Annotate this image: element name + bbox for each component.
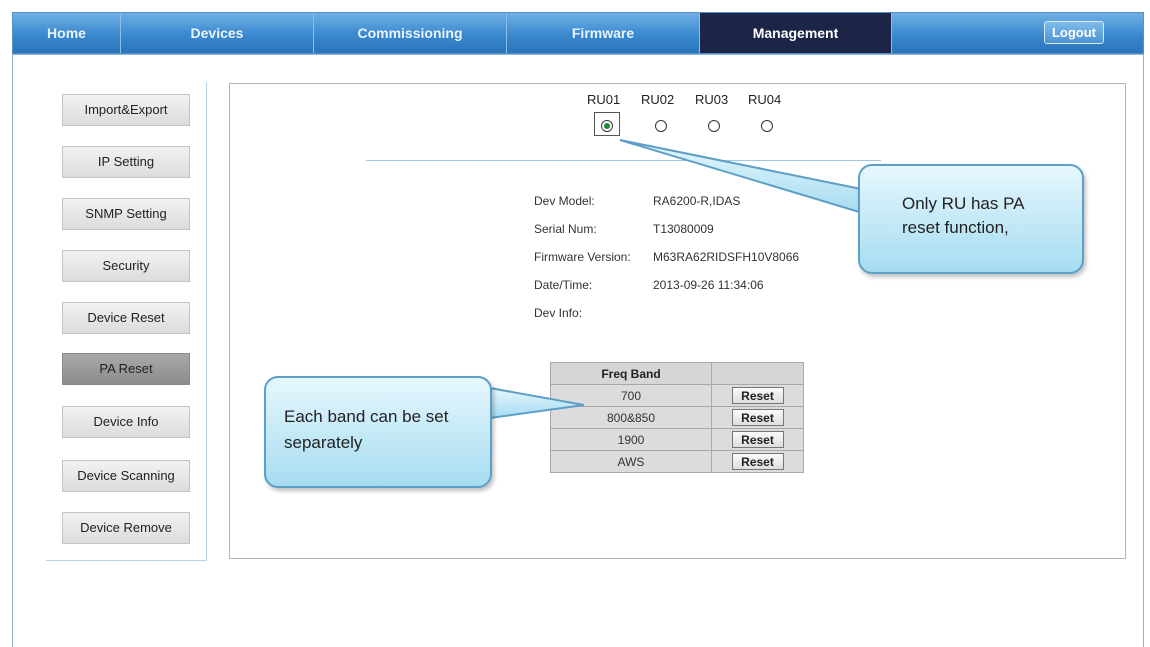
tab-home[interactable]: Home (13, 13, 121, 53)
info-value-dev-model: RA6200-R,IDAS (653, 194, 741, 208)
section-divider (366, 160, 881, 161)
sidebar-item-device-scanning[interactable]: Device Scanning (62, 460, 190, 492)
ru-label-ru02: RU02 (641, 92, 675, 107)
reset-button-800-850[interactable]: Reset (731, 409, 784, 426)
radio-ru01[interactable] (601, 120, 613, 132)
band-cell: 700 (550, 384, 712, 407)
radio-ru04[interactable] (761, 120, 773, 132)
ru-label-ru04: RU04 (748, 92, 782, 107)
sidebar-item-device-reset[interactable]: Device Reset (62, 302, 190, 334)
logout-button[interactable]: Logout (1044, 21, 1104, 44)
freq-band-table: Freq Band 700 Reset 800&850 Reset 1900 R… (550, 362, 804, 473)
band-callout-text: Each band can be set separately (284, 407, 449, 452)
tab-devices[interactable]: Devices (121, 13, 314, 53)
sidebar-item-device-info[interactable]: Device Info (62, 406, 190, 438)
info-label-date-time: Date/Time: (534, 278, 593, 292)
info-label-firmware-version: Firmware Version: (534, 250, 631, 264)
table-row: 800&850 Reset (550, 406, 804, 429)
sidebar: Import&Export IP Setting SNMP Setting Se… (46, 82, 207, 561)
reset-button-1900[interactable]: Reset (731, 431, 784, 448)
info-value-date-time: 2013-09-26 11:34:06 (653, 278, 764, 292)
info-value-firmware-version: M63RA62RIDSFH10V8066 (653, 250, 800, 264)
action-cell: Reset (711, 406, 804, 429)
ru-label-ru03: RU03 (695, 92, 729, 107)
radio-ru03[interactable] (708, 120, 720, 132)
table-row: 1900 Reset (550, 428, 804, 451)
action-header (711, 362, 804, 385)
info-label-dev-info: Dev Info: (534, 306, 583, 320)
radio-ru02[interactable] (655, 120, 667, 132)
radio-selected-dot (604, 123, 610, 129)
table-row: 700 Reset (550, 384, 804, 407)
action-cell: Reset (711, 384, 804, 407)
tab-commissioning[interactable]: Commissioning (314, 13, 507, 53)
band-callout: Each band can be set separately (264, 376, 492, 488)
band-cell: 1900 (550, 428, 712, 451)
band-cell: AWS (550, 450, 712, 473)
info-value-serial-num: T13080009 (653, 222, 714, 236)
action-cell: Reset (711, 450, 804, 473)
sidebar-item-snmp-setting[interactable]: SNMP Setting (62, 198, 190, 230)
sidebar-item-import-export[interactable]: Import&Export (62, 94, 190, 126)
ru-label-ru01: RU01 (587, 92, 621, 107)
reset-button-700[interactable]: Reset (731, 387, 784, 404)
sidebar-item-device-remove[interactable]: Device Remove (62, 512, 190, 544)
info-label-serial-num: Serial Num: (534, 222, 597, 236)
top-navigation-bar: Home Devices Commissioning Firmware Mana… (12, 12, 1144, 54)
band-cell: 800&850 (550, 406, 712, 429)
freq-band-header: Freq Band (550, 362, 712, 385)
table-header-row: Freq Band (550, 362, 804, 385)
sidebar-item-pa-reset[interactable]: PA Reset (62, 353, 190, 385)
sidebar-item-ip-setting[interactable]: IP Setting (62, 146, 190, 178)
tab-management[interactable]: Management (700, 13, 892, 53)
sidebar-item-security[interactable]: Security (62, 250, 190, 282)
tab-firmware[interactable]: Firmware (507, 13, 700, 53)
table-row: AWS Reset (550, 450, 804, 473)
ru-callout-text: Only RU has PA reset function, (902, 194, 1024, 237)
info-label-dev-model: Dev Model: (534, 194, 595, 208)
ru-callout: Only RU has PA reset function, (858, 164, 1084, 274)
action-cell: Reset (711, 428, 804, 451)
reset-button-aws[interactable]: Reset (731, 453, 784, 470)
